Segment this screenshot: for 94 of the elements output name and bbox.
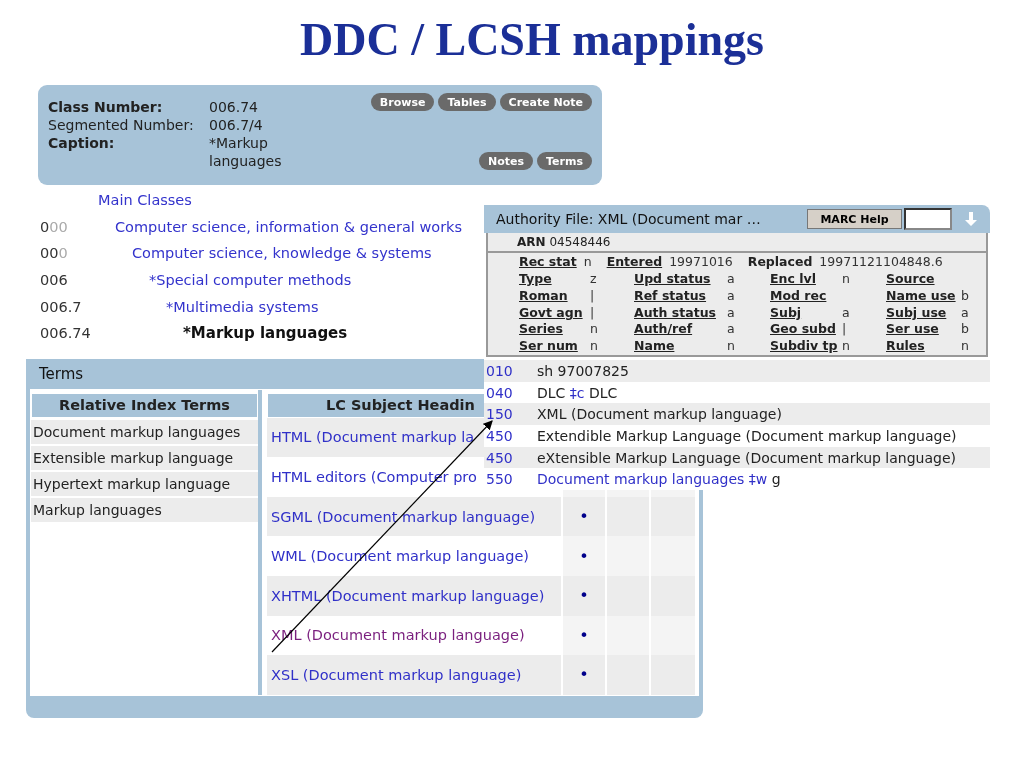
code-value: |: [590, 304, 595, 320]
class-caption: *Markup languages: [183, 324, 348, 343]
code-label[interactable]: Type: [519, 271, 590, 288]
class-number: 006.74: [40, 325, 91, 342]
pill-button[interactable]: Tables: [438, 93, 496, 111]
pill-button[interactable]: Terms: [537, 152, 592, 170]
subject-link[interactable]: HTML (Document markup la: [271, 429, 475, 446]
code-label[interactable]: Enc lvl: [770, 271, 842, 288]
class-link[interactable]: Computer science, information & general works: [115, 218, 463, 235]
index-term: Hypertext markup language: [31, 471, 258, 496]
code-label[interactable]: Subj use: [886, 304, 961, 322]
code-label: Replaced: [747, 254, 813, 271]
field-tag[interactable]: 550: [484, 471, 537, 488]
field-value: 006.7/4: [209, 116, 264, 134]
code-label[interactable]: Geo subd: [770, 321, 842, 339]
code-value: z: [590, 271, 597, 286]
index-term: Extensible markup language: [31, 445, 258, 470]
code-value: a: [961, 304, 969, 320]
input-field[interactable]: [904, 208, 952, 230]
field-value: *Markup languages: [209, 134, 283, 170]
code-label[interactable]: Rules: [886, 338, 961, 355]
code-value: a: [727, 271, 735, 286]
code-label[interactable]: Upd status: [634, 271, 727, 288]
code-label[interactable]: Roman: [519, 287, 590, 305]
code-value: n: [590, 321, 598, 337]
code-value: 19971121104848.6: [819, 254, 943, 271]
code-label[interactable]: Ser num: [519, 338, 590, 355]
code-value: n: [583, 254, 592, 271]
class-number: 006.7: [40, 298, 82, 315]
code-value: b: [961, 287, 969, 303]
code-value: n: [727, 338, 735, 354]
field-label: Caption:: [48, 134, 116, 153]
bullet-mark: •: [563, 536, 607, 576]
code-label[interactable]: Name: [634, 338, 727, 355]
code-value: n: [961, 338, 969, 354]
code-label[interactable]: Auth/ref: [634, 321, 727, 339]
code-value: 19971016: [669, 254, 733, 271]
code-value: n: [590, 338, 598, 354]
code-label[interactable]: Entered: [606, 254, 663, 271]
subject-link[interactable]: XHTML (Document markup language): [271, 587, 545, 604]
subject-link[interactable]: XSL (Document markup language): [271, 666, 522, 683]
code-label[interactable]: Source: [886, 271, 961, 288]
field-value: 006.74: [209, 98, 259, 116]
pill-button[interactable]: Browse: [370, 93, 435, 111]
code-value: a: [727, 304, 735, 320]
field-text: Extendible Markup Language (Document markup language): [537, 427, 957, 444]
popup-title: Authority File: XML (Document mar …: [496, 211, 762, 227]
help-button[interactable]: MARC Help: [807, 209, 902, 229]
class-number: 006: [40, 272, 68, 289]
bullet-mark: •: [563, 575, 607, 616]
pill-button[interactable]: Create Note: [499, 93, 592, 111]
code-value: a: [727, 287, 735, 303]
field-tag[interactable]: 450: [484, 427, 537, 444]
code-value: a: [727, 321, 735, 337]
code-value: n: [842, 338, 850, 354]
code-label[interactable]: Series: [519, 321, 590, 339]
field-label: Class Number:: [48, 98, 164, 116]
field-label: Segmented Number:: [48, 116, 195, 134]
field-tag[interactable]: 450: [484, 449, 537, 466]
class-number: 000: [40, 245, 68, 262]
code-label[interactable]: Name use: [886, 287, 961, 305]
arn-label: ARN: [517, 235, 546, 249]
field-text: eXtensible Markup Language (Document markup language): [537, 449, 956, 466]
bullet-mark: •: [563, 615, 607, 656]
code-value: |: [842, 321, 847, 337]
bullet-mark: •: [563, 496, 607, 537]
class-number: 000: [40, 218, 68, 235]
class-link[interactable]: Main Classes: [98, 192, 192, 209]
field-text: sh 97007825: [537, 362, 629, 379]
code-label[interactable]: Ref status: [634, 287, 727, 305]
code-value: a: [842, 304, 850, 320]
class-link[interactable]: *Multimedia systems: [166, 298, 319, 315]
code-value: n: [842, 271, 850, 286]
index-term: Markup languages: [31, 497, 258, 522]
index-term: Document markup languages: [31, 419, 258, 444]
code-label[interactable]: Auth status: [634, 304, 727, 322]
field-text: Document markup languages ‡w g: [537, 471, 781, 488]
code-value: |: [590, 287, 595, 303]
panel-title: Terms: [38, 363, 84, 385]
field-tag[interactable]: 010: [484, 362, 537, 379]
class-link[interactable]: Computer science, knowledge & systems: [132, 245, 432, 262]
code-label[interactable]: Rec stat: [519, 254, 577, 271]
class-link[interactable]: *Special computer methods: [149, 272, 352, 289]
code-label[interactable]: Mod rec: [770, 287, 842, 305]
arn-value: 04548446: [549, 235, 611, 249]
code-label[interactable]: Ser use: [886, 321, 961, 339]
code-label[interactable]: Subj: [770, 304, 842, 322]
pill-button[interactable]: Notes: [479, 152, 534, 170]
code-label[interactable]: Govt agn: [519, 304, 590, 322]
bullet-mark: •: [563, 655, 607, 695]
subject-link[interactable]: SGML (Document markup language): [271, 508, 536, 525]
code-label[interactable]: Subdiv tp: [770, 338, 842, 355]
code-value: b: [961, 321, 969, 337]
column-header: Relative Index Terms: [31, 392, 258, 418]
